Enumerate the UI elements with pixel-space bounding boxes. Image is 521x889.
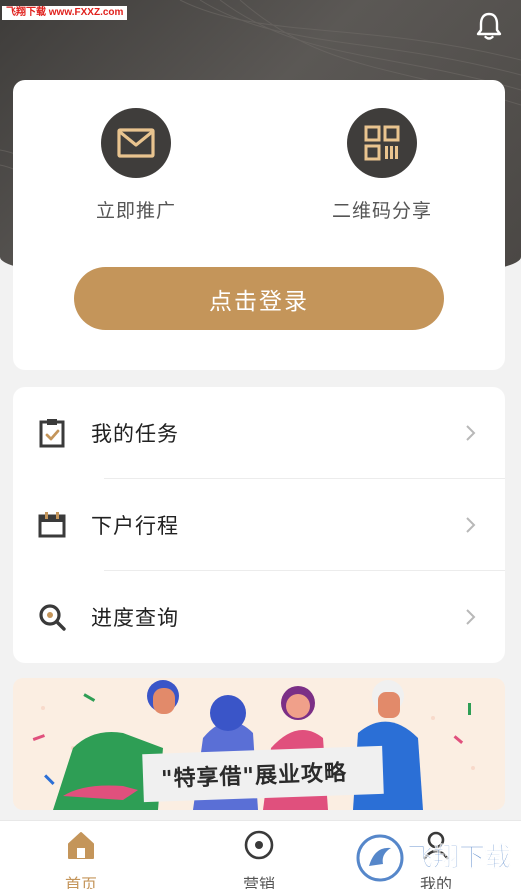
menu-item-visit-schedule[interactable]: 下户行程 — [13, 479, 505, 571]
watermark-logo-text: 飞翔下载 — [407, 843, 511, 873]
qrcode-icon — [347, 108, 417, 178]
quick-actions-card: 立即推广 二维码分享 点击登录 — [13, 80, 505, 370]
menu-item-my-tasks[interactable]: 我的任务 — [13, 387, 505, 479]
marketing-circle-icon — [244, 830, 274, 860]
chevron-right-icon — [466, 609, 476, 625]
menu-item-label: 进度查询 — [91, 606, 179, 630]
home-icon — [68, 832, 94, 859]
watermark-logo: 飞翔下载 — [356, 834, 511, 882]
promote-button[interactable]: 立即推广 — [71, 108, 201, 223]
tab-label: 首页 — [64, 875, 97, 889]
menu-item-label: 下户行程 — [91, 514, 179, 538]
schedule-calendar-icon — [38, 512, 66, 538]
menu-card: 我的任务 下户行程 进度查询 — [13, 387, 505, 663]
chevron-right-icon — [466, 425, 476, 441]
tab-marketing[interactable]: 营销 — [219, 829, 299, 889]
promote-label: 立即推广 — [95, 200, 176, 222]
qrcode-share-label: 二维码分享 — [331, 200, 432, 222]
envelope-icon — [101, 108, 171, 178]
login-button[interactable]: 点击登录 — [74, 267, 444, 330]
menu-item-label: 我的任务 — [91, 422, 179, 446]
banner-title: "特享借"展业攻略 — [150, 752, 358, 796]
menu-item-progress-query[interactable]: 进度查询 — [13, 571, 505, 663]
search-icon — [39, 604, 66, 631]
qrcode-share-button[interactable]: 二维码分享 — [317, 108, 447, 223]
task-clipboard-icon — [39, 419, 65, 448]
promo-banner[interactable]: "特享借"展业攻略 — [13, 678, 505, 810]
tab-label: 营销 — [242, 875, 275, 889]
tab-home[interactable]: 首页 — [41, 829, 121, 889]
watermark-label: 飞翔下载 www.FXXZ.com — [2, 6, 128, 20]
chevron-right-icon — [466, 517, 476, 533]
notification-bell-icon[interactable] — [473, 10, 505, 42]
